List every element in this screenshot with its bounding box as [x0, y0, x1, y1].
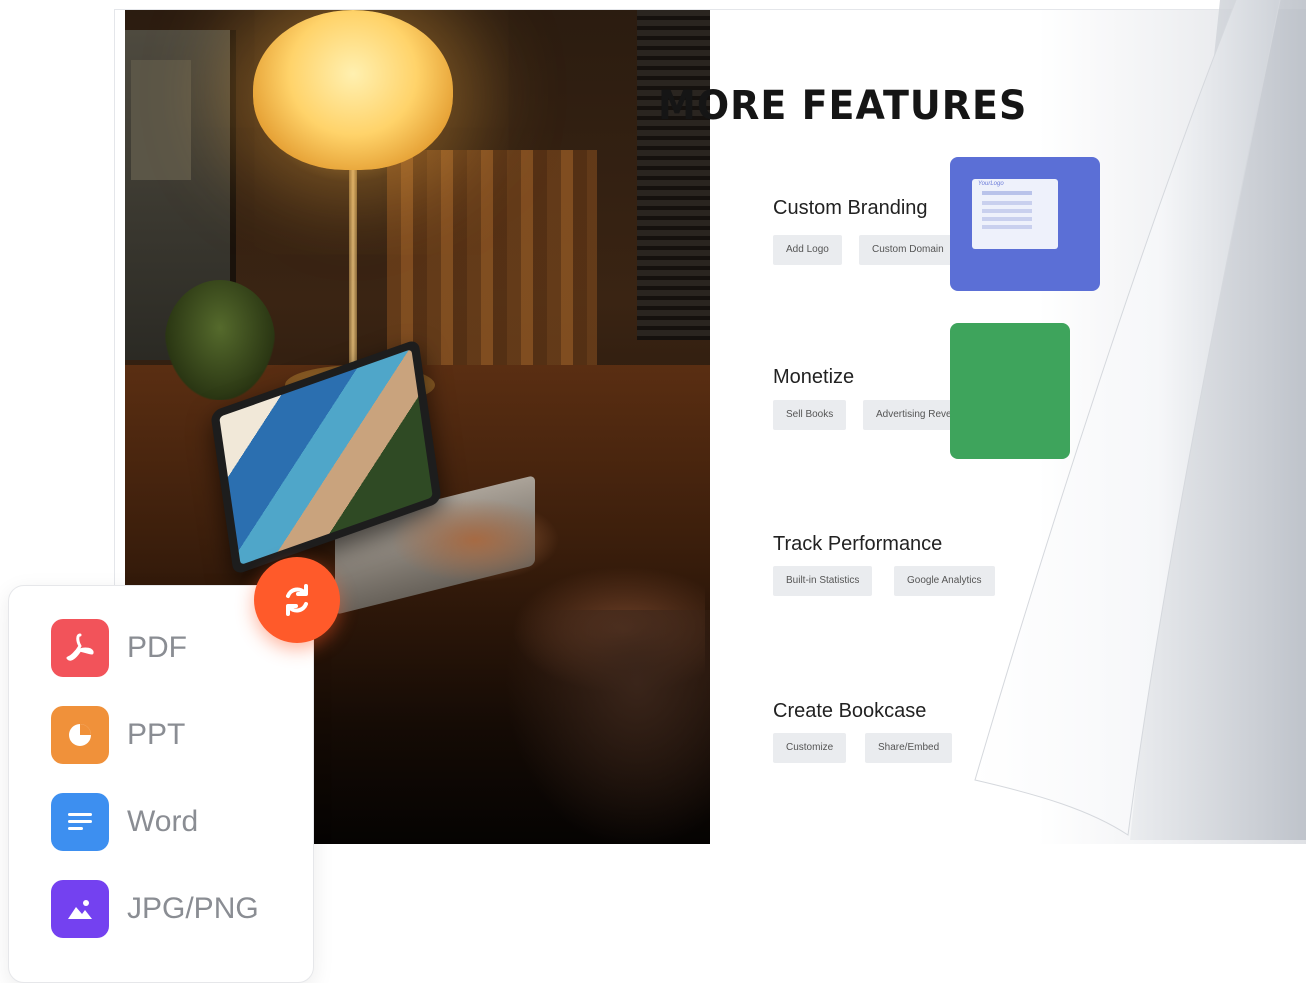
format-jpg-png[interactable]: JPG/PNG — [51, 880, 259, 938]
format-word[interactable]: Word — [51, 793, 198, 851]
format-pdf[interactable]: PDF — [51, 619, 187, 677]
tag-built-in-statistics: Built-in Statistics — [773, 566, 873, 596]
feature-title-create-bookcase: Create Bookcase — [773, 700, 927, 722]
format-list-card: PDF PPT Word JPG/PNG — [8, 585, 314, 983]
format-label: PPT — [127, 718, 186, 751]
branding-thumbnail: YourLogo — [950, 157, 1100, 291]
format-label: Word — [127, 805, 199, 838]
image-icon — [51, 880, 109, 938]
thumb-logo-label: YourLogo — [978, 181, 1004, 187]
plant — [165, 280, 275, 400]
lamp-shade — [253, 10, 453, 170]
tag-customize: Customize — [773, 733, 847, 763]
tag-add-logo: Add Logo — [773, 235, 842, 265]
feature-title-track-performance: Track Performance — [773, 533, 943, 555]
feature-title-custom-branding: Custom Branding — [773, 197, 928, 219]
tag-sell-books: Sell Books — [773, 400, 847, 430]
tag-google-analytics: Google Analytics — [894, 566, 995, 596]
blinds — [637, 10, 710, 340]
tag-share-embed: Share/Embed — [865, 733, 953, 763]
ppt-icon — [51, 706, 109, 764]
pdf-icon — [51, 619, 109, 677]
tag-custom-domain: Custom Domain — [859, 235, 957, 265]
word-icon — [51, 793, 109, 851]
logo-document: YourLogo — [972, 179, 1058, 249]
lamp-pole — [349, 170, 357, 380]
monetize-thumbnail — [950, 323, 1070, 459]
format-label: JPG/PNG — [127, 892, 259, 925]
convert-icon — [286, 584, 308, 616]
convert-button[interactable] — [254, 557, 340, 643]
page-title: MORE FEATURES — [658, 82, 1028, 129]
format-ppt[interactable]: PPT — [51, 706, 185, 764]
arm — [505, 610, 710, 844]
format-label: PDF — [127, 631, 187, 664]
feature-title-monetize: Monetize — [773, 366, 855, 388]
